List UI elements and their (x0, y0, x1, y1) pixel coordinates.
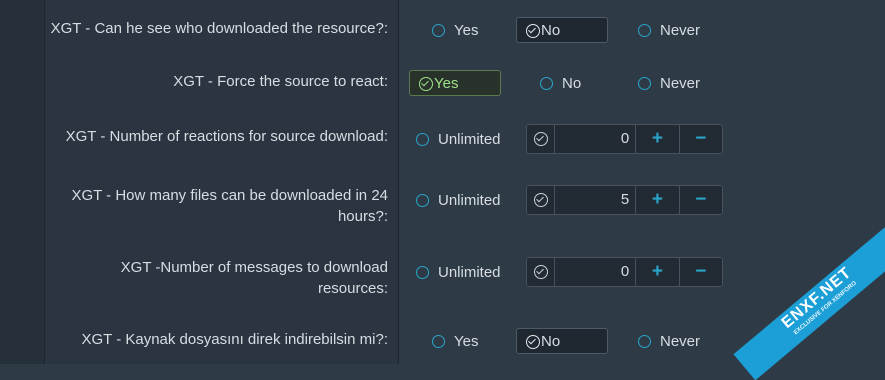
radio-circle-icon (432, 23, 445, 37)
check-circle-icon (534, 193, 548, 207)
radio-circle-icon (416, 132, 429, 146)
radio-label: Unlimited (438, 263, 501, 281)
radio-circle-icon (432, 334, 445, 348)
left-gutter (0, 0, 44, 364)
files-value-input[interactable]: 5 (555, 186, 637, 214)
radio-circle-icon (638, 334, 651, 348)
increment-button[interactable]: + (636, 186, 680, 214)
radio-circle-icon (638, 23, 651, 37)
row-label-messages-count: XGT -Number of messages to download reso… (120, 259, 388, 297)
check-circle-icon (534, 265, 548, 279)
row-label-direct-download: XGT - Kaynak dosyasını direk indirebilsi… (81, 331, 388, 348)
radio-reactions-unlimited[interactable]: Unlimited (416, 126, 501, 152)
messages-value-input[interactable]: 0 (555, 258, 637, 286)
row-label-see-downloaders: XGT - Can he see who downloaded the reso… (50, 20, 388, 37)
radio-see-downloaders-no[interactable]: No (516, 17, 608, 43)
stepper-enable-toggle[interactable] (527, 186, 555, 214)
reactions-value-input[interactable]: 0 (555, 125, 637, 153)
radio-direct-download-never[interactable]: Never (638, 328, 700, 354)
radio-label: Never (660, 74, 701, 92)
reactions-stepper: 0 + − (526, 124, 723, 154)
increment-button[interactable]: + (636, 258, 680, 286)
check-circle-icon (526, 24, 540, 38)
radio-direct-download-yes[interactable]: Yes (432, 328, 478, 354)
decrement-button[interactable]: − (680, 186, 722, 214)
radio-circle-icon (416, 193, 429, 207)
radio-see-downloaders-never[interactable]: Never (638, 17, 700, 43)
radio-force-react-no[interactable]: No (540, 70, 581, 96)
check-circle-icon (526, 335, 540, 349)
radio-circle-icon (638, 76, 651, 90)
stepper-enable-toggle[interactable] (527, 258, 555, 286)
increment-button[interactable]: + (636, 125, 680, 153)
radio-label: No (541, 332, 561, 350)
radio-circle-icon (416, 265, 429, 279)
radio-force-react-yes[interactable]: Yes (409, 70, 501, 96)
radio-messages-unlimited[interactable]: Unlimited (416, 259, 501, 285)
label-column (45, 0, 398, 364)
radio-circle-icon (540, 76, 553, 90)
radio-label: Unlimited (438, 191, 501, 209)
stepper-enable-toggle[interactable] (527, 125, 555, 153)
radio-direct-download-no[interactable]: No (516, 328, 608, 354)
radio-label: No (541, 21, 561, 39)
radio-label: Unlimited (438, 130, 501, 148)
decrement-button[interactable]: − (680, 125, 722, 153)
radio-label: Never (660, 21, 701, 39)
radio-label: Never (660, 332, 701, 350)
files-stepper: 5 + − (526, 185, 723, 215)
row-label-files-per-day: XGT - How many files can be downloaded i… (71, 187, 388, 225)
check-circle-icon (534, 132, 548, 146)
radio-label: Yes (454, 21, 479, 39)
radio-label: Yes (454, 332, 479, 350)
radio-label: Yes (434, 74, 459, 92)
messages-stepper: 0 + − (526, 257, 723, 287)
decrement-button[interactable]: − (680, 258, 722, 286)
radio-files-unlimited[interactable]: Unlimited (416, 187, 501, 213)
radio-force-react-never[interactable]: Never (638, 70, 700, 96)
check-circle-icon (419, 77, 433, 91)
row-label-force-react: XGT - Force the source to react: (173, 73, 388, 90)
radio-see-downloaders-yes[interactable]: Yes (432, 17, 478, 43)
radio-label: No (562, 74, 582, 92)
row-label-reactions-count: XGT - Number of reactions for source dow… (65, 128, 388, 145)
